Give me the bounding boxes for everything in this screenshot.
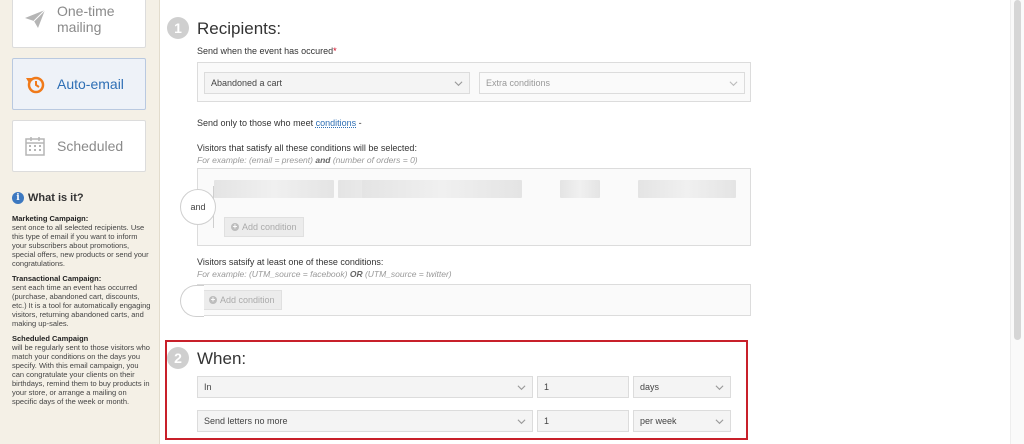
info-icon: i <box>12 192 24 204</box>
chevron-down-icon <box>517 385 526 391</box>
plus-icon: + <box>231 222 239 231</box>
chevron-down-icon <box>517 419 526 425</box>
frequency-limit-select[interactable]: Send letters no more <box>197 410 533 432</box>
scrollbar-thumb[interactable] <box>1014 0 1021 340</box>
any-conditions-label: Visitors satsify at least one of these c… <box>197 257 384 267</box>
add-condition-button[interactable]: + Add condition <box>224 217 304 237</box>
condition-extra-redacted[interactable] <box>638 180 736 198</box>
what-is-it-panel: i What is it? Marketing Campaign: sent o… <box>12 192 152 412</box>
scheduled-card[interactable]: Scheduled <box>12 120 146 172</box>
auto-refresh-icon <box>13 73 57 95</box>
marketing-campaign-info: Marketing Campaign: sent once to all sel… <box>12 214 149 268</box>
plus-icon: + <box>209 295 217 304</box>
scheduled-label: Scheduled <box>57 138 124 154</box>
event-label: Send when the event has occured* <box>197 46 337 56</box>
condition-extra-redacted[interactable] <box>560 180 600 198</box>
one-time-mailing-label: One-time mailing <box>57 3 115 35</box>
chevron-down-icon <box>715 385 724 391</box>
what-is-it-heading: i What is it? <box>12 192 152 204</box>
scheduled-campaign-info: Scheduled Campaign will be regularly sen… <box>12 334 150 406</box>
chevron-down-icon <box>454 81 463 87</box>
paper-plane-icon <box>13 9 57 29</box>
auto-email-card[interactable]: Auto-email <box>12 58 146 110</box>
extra-conditions-select[interactable]: Extra conditions <box>479 72 745 94</box>
and-operator[interactable]: and <box>180 189 216 225</box>
step-number-1: 1 <box>167 17 189 39</box>
all-conditions-label: Visitors that satisfy all these conditio… <box>197 143 417 153</box>
when-timing-unit-select[interactable]: days <box>633 376 731 398</box>
all-conditions-panel: + Add condition <box>197 168 751 246</box>
recipients-title: Recipients: <box>197 19 282 38</box>
auto-email-label: Auto-email <box>57 76 124 92</box>
app-root: One-time mailing Auto-email Scheduled i … <box>0 0 1024 444</box>
chevron-down-icon <box>729 81 738 87</box>
event-select[interactable]: Abandoned a cart <box>204 72 470 94</box>
campaign-type-sidebar: One-time mailing Auto-email Scheduled i … <box>0 0 160 444</box>
all-conditions-hint: For example: (email = present) and (numb… <box>197 155 418 165</box>
one-time-mailing-card[interactable]: One-time mailing <box>12 0 146 48</box>
frequency-unit-select[interactable]: per week <box>633 410 731 432</box>
calendar-icon <box>13 136 57 156</box>
when-timing-value-input[interactable]: 1 <box>537 376 629 398</box>
frequency-value-input[interactable]: 1 <box>537 410 629 432</box>
add-condition-button[interactable]: + Add condition <box>202 290 282 310</box>
when-title: When: <box>197 349 247 368</box>
any-conditions-hint: For example: (UTM_source = facebook) OR … <box>197 269 452 279</box>
vertical-scrollbar[interactable] <box>1010 0 1024 444</box>
any-conditions-panel: + Add condition <box>197 284 751 316</box>
or-operator-bracket <box>180 285 204 317</box>
step-number-2: 2 <box>167 347 189 369</box>
send-only-label: Send only to those who meet conditions - <box>197 118 362 128</box>
event-panel: Abandoned a cart Extra conditions <box>197 62 751 102</box>
condition-value-redacted[interactable] <box>362 180 522 198</box>
transactional-campaign-info: Transactional Campaign: sent each time a… <box>12 274 151 328</box>
chevron-down-icon <box>715 419 724 425</box>
condition-field-redacted[interactable] <box>214 180 334 198</box>
when-timing-select[interactable]: In <box>197 376 533 398</box>
main-content: 1 Recipients: Send when the event has oc… <box>160 0 1010 444</box>
conditions-link[interactable]: conditions <box>316 118 357 128</box>
